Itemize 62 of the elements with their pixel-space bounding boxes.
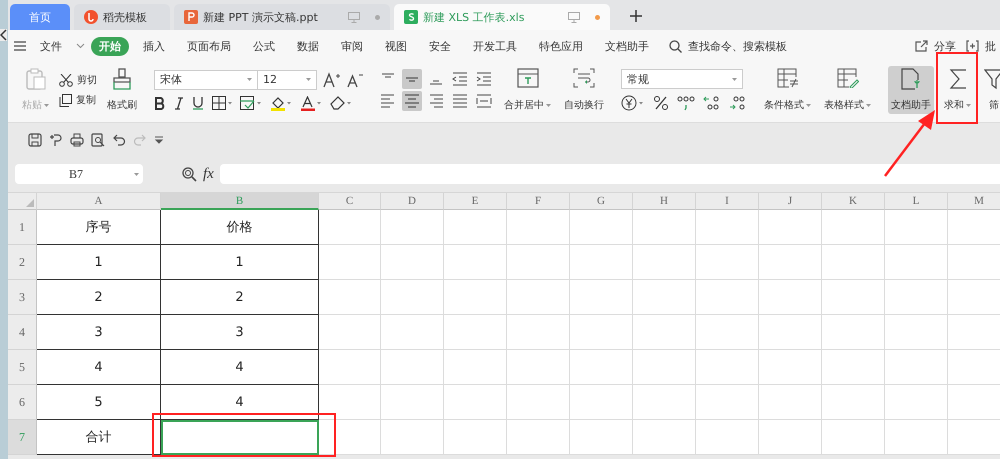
conditional-format-button[interactable]: 条件格式 (761, 66, 814, 114)
ribbon-tab[interactable]: 插入 (135, 36, 173, 56)
table-cell[interactable]: 4 (37, 350, 161, 385)
table-cell[interactable]: 2 (37, 280, 161, 315)
table-cell[interactable]: 合计 (37, 420, 161, 455)
font-name-field[interactable]: 宋体 (154, 70, 258, 90)
row-header[interactable]: 3 (8, 280, 37, 315)
column-header[interactable]: A (37, 193, 161, 210)
cut-button[interactable]: 剪切 (59, 73, 97, 87)
command-search[interactable]: 查找命令、搜索模板 (688, 36, 795, 56)
table-cell[interactable]: 2 (161, 280, 319, 315)
row-header[interactable]: 1 (8, 210, 37, 245)
table-cell[interactable]: 5 (37, 385, 161, 420)
ribbon-tab[interactable]: 视图 (377, 36, 415, 56)
column-header[interactable]: H (633, 193, 696, 210)
column-header[interactable]: M (948, 193, 1000, 210)
row-header[interactable]: 6 (8, 385, 37, 420)
column-header[interactable]: K (822, 193, 885, 210)
table-cell[interactable]: 3 (37, 315, 161, 350)
ribbon-tab[interactable]: 审阅 (333, 36, 371, 56)
table-style-button[interactable]: 表格样式 (821, 66, 874, 114)
row-header[interactable]: 4 (8, 315, 37, 350)
table-cell[interactable]: 序号 (37, 210, 161, 245)
column-header[interactable]: L (885, 193, 948, 210)
document-tab[interactable]: 新建 PPT 演示文稿.ppt (174, 4, 390, 30)
table-cell[interactable]: 4 (161, 350, 319, 385)
document-assistant-button[interactable]: 文档助手 (888, 66, 934, 114)
column-header[interactable]: I (696, 193, 759, 210)
table-cell[interactable]: 1 (37, 245, 161, 280)
merge-center-button[interactable]: 合并居中 (501, 66, 554, 114)
table-cell[interactable]: 1 (161, 245, 319, 280)
file-menu[interactable]: 文件 (32, 36, 70, 56)
ribbon-tab[interactable]: 开发工具 (465, 36, 525, 56)
copy-button[interactable]: 复制 (59, 93, 97, 107)
format-painter-button[interactable]: 格式刷 (104, 66, 140, 114)
ribbon-tab[interactable]: 数据 (289, 36, 327, 56)
ribbon-tab[interactable]: 特色应用 (531, 36, 591, 56)
table-cell[interactable]: 4 (161, 385, 319, 420)
column-header[interactable]: F (507, 193, 570, 210)
column-header[interactable]: D (381, 193, 444, 210)
share-button[interactable]: 分享 (934, 36, 960, 56)
filter-button[interactable]: 筛 (981, 66, 1000, 114)
sum-button[interactable]: 求和 (941, 66, 974, 114)
name-box[interactable]: B7 (15, 164, 143, 184)
document-tab[interactable]: 稻壳模板 (74, 4, 170, 30)
table-cell[interactable]: 3 (161, 315, 319, 350)
ribbon-tab[interactable]: 公式 (245, 36, 283, 56)
function-button[interactable]: fx (203, 166, 214, 182)
table-cell[interactable]: 价格 (161, 210, 319, 245)
ribbon-tab[interactable]: 安全 (421, 36, 459, 56)
column-header[interactable]: E (444, 193, 507, 210)
column-header[interactable]: G (570, 193, 633, 210)
ribbon-tab[interactable]: 文档助手 (597, 36, 657, 56)
wrap-text-button[interactable]: 自动换行 (561, 66, 607, 114)
column-header[interactable]: J (759, 193, 822, 210)
ribbon-tab[interactable]: 页面布局 (179, 36, 239, 56)
font-size-field[interactable]: 12 (257, 70, 317, 90)
number-format-field[interactable]: 常规 (621, 69, 743, 89)
column-header[interactable]: C (319, 193, 381, 210)
row-header[interactable]: 5 (8, 350, 37, 385)
row-header[interactable]: 2 (8, 245, 37, 280)
comment-button[interactable]: 批 (985, 36, 1000, 56)
